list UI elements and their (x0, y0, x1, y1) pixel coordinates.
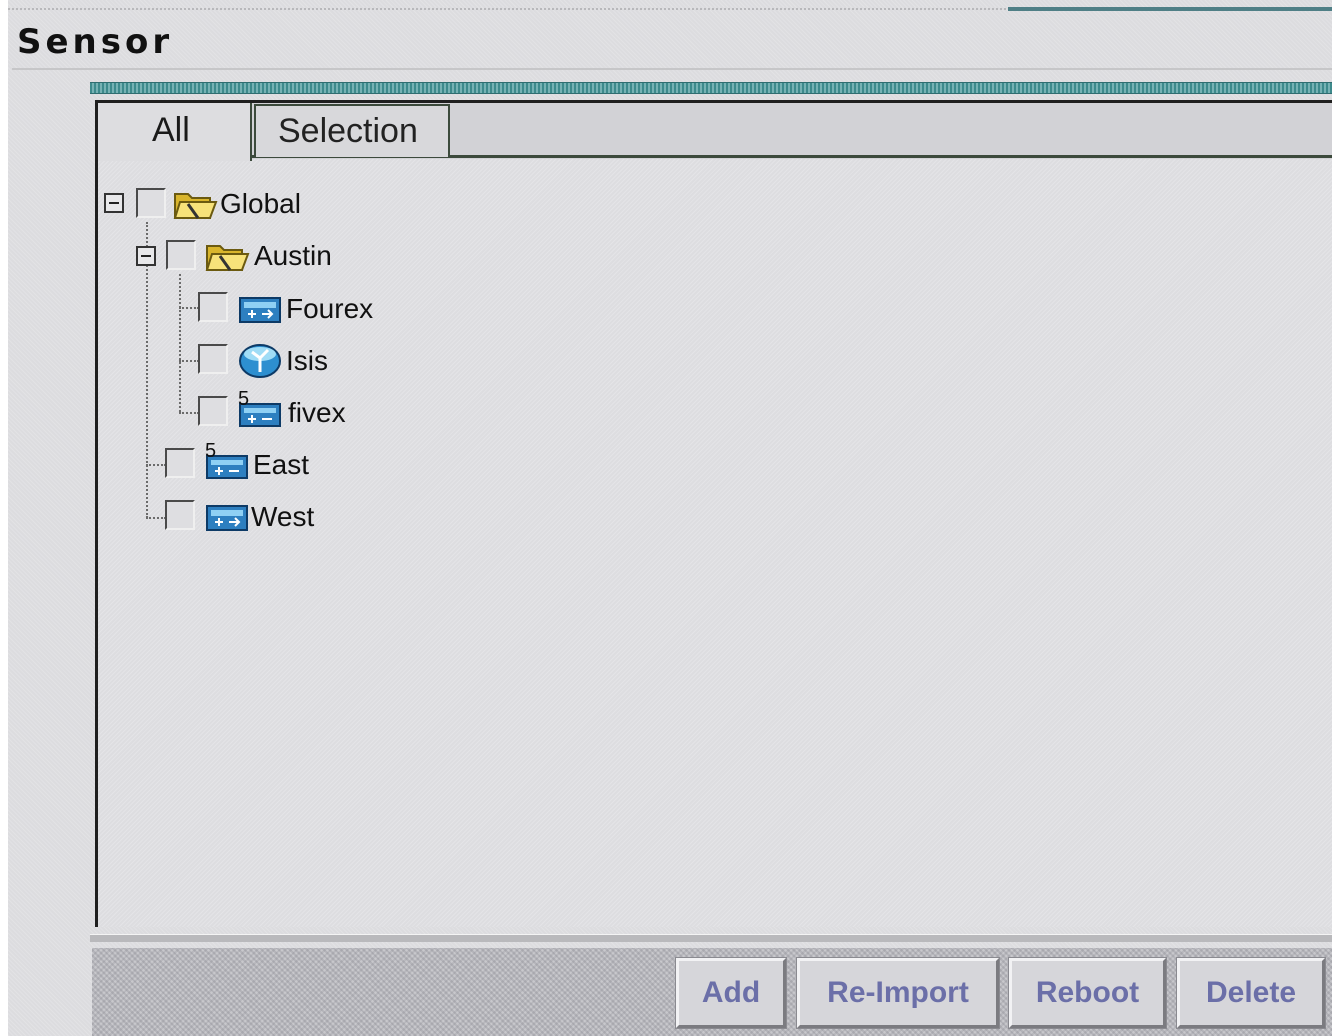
tree-label-global[interactable]: Global (220, 188, 301, 220)
tree-connector (179, 307, 199, 309)
panel-header-bar (90, 82, 1332, 94)
checkbox-austin[interactable] (166, 240, 196, 270)
page-title: Sensor (17, 22, 174, 62)
sensor-device-icon (206, 505, 248, 531)
tree-connector (179, 412, 199, 414)
tree-connector (179, 274, 181, 412)
tree-node-fivex: 5 fivex (198, 388, 458, 430)
tree-node-east: 5 East (165, 440, 425, 482)
top-accent-bar (1008, 7, 1332, 11)
folder-open-icon (173, 193, 218, 219)
tree-connector (146, 464, 166, 466)
tree-node-isis: Isis (198, 342, 458, 378)
tree-node-west: West (165, 498, 425, 534)
tree-node-fourex: Fourex (198, 290, 458, 326)
tab-selection[interactable]: Selection (254, 104, 450, 157)
tree-connector (179, 360, 199, 362)
reimport-button[interactable]: Re-Import (796, 957, 1000, 1029)
tree-node-austin: Austin (136, 238, 396, 274)
device-count-badge: 5 (238, 388, 250, 410)
tree-label-austin[interactable]: Austin (254, 240, 332, 272)
tree-label-fourex[interactable]: Fourex (286, 293, 373, 325)
reboot-button[interactable]: Reboot (1008, 957, 1167, 1029)
tree-connector (146, 517, 166, 519)
title-divider (12, 68, 1332, 70)
checkbox-east[interactable] (165, 448, 195, 478)
tree-label-east[interactable]: East (253, 449, 309, 481)
folder-open-icon (205, 245, 250, 271)
checkbox-fourex[interactable] (198, 292, 228, 322)
action-bar-divider (90, 934, 1332, 942)
tab-all[interactable]: All (98, 103, 252, 161)
checkbox-global[interactable] (136, 188, 166, 218)
collapse-toggle-austin[interactable] (136, 246, 156, 266)
delete-button[interactable]: Delete (1176, 957, 1326, 1029)
collapse-toggle-global[interactable] (104, 193, 124, 213)
sensor-device-icon (239, 297, 281, 323)
tree-node-global: Global (104, 186, 364, 222)
checkbox-isis[interactable] (198, 344, 228, 374)
add-button[interactable]: Add (675, 957, 787, 1029)
checkbox-west[interactable] (165, 500, 195, 530)
tree-label-isis[interactable]: Isis (286, 345, 328, 377)
left-edge-strip (0, 0, 8, 1036)
device-count-badge: 5 (205, 440, 217, 462)
router-globe-icon (239, 344, 281, 378)
tree-label-west[interactable]: West (251, 501, 314, 533)
checkbox-fivex[interactable] (198, 396, 228, 426)
tree-label-fivex[interactable]: fivex (288, 397, 346, 429)
